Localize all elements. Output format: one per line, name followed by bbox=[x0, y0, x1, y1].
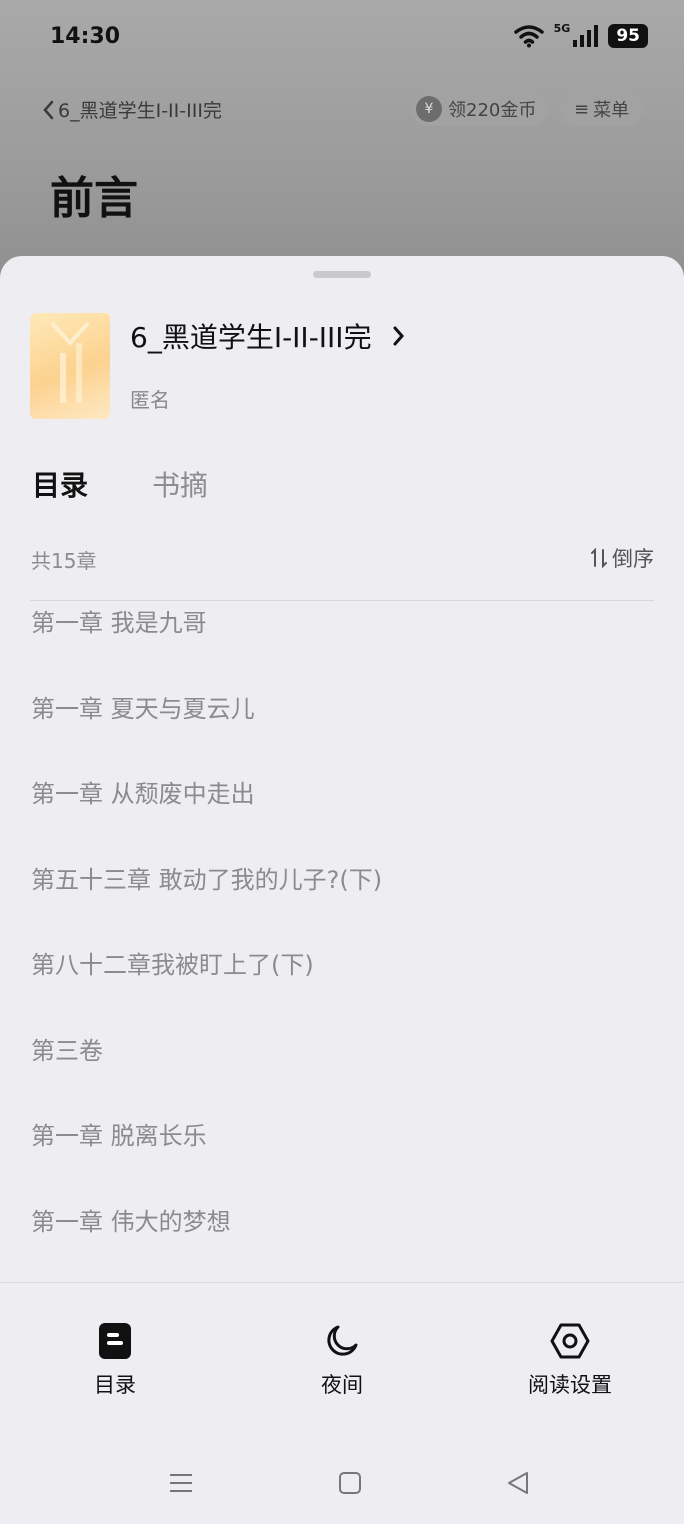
tab-toc[interactable]: 目录 bbox=[32, 464, 88, 504]
wifi-icon bbox=[513, 25, 544, 48]
toc-sheet: 6_黑道学生I-II-III完 匿名 目录 书摘 共15章 倒序 第一章 我是九… bbox=[0, 256, 684, 1524]
signal-icon bbox=[573, 25, 599, 47]
back-button[interactable]: 6_黑道学生I-II-III完 bbox=[40, 96, 222, 123]
tab-excerpts[interactable]: 书摘 bbox=[152, 464, 208, 504]
nav-night-button[interactable]: 夜间 bbox=[267, 1323, 417, 1399]
toc-icon bbox=[99, 1323, 131, 1359]
chapter-item[interactable]: 第一章 夏天与夏云儿 bbox=[0, 687, 684, 773]
network-label: 5G bbox=[553, 21, 571, 35]
chevron-left-icon bbox=[43, 100, 54, 119]
hamburger-icon: ≡ bbox=[574, 98, 590, 120]
nav-toc-button[interactable]: 目录 bbox=[40, 1323, 190, 1399]
chapter-count: 共15章 bbox=[31, 549, 97, 573]
bottom-nav: 目录 夜间 阅读设置 bbox=[0, 1282, 684, 1453]
clock: 14:30 bbox=[50, 24, 121, 49]
moon-icon bbox=[327, 1325, 358, 1356]
cover-art bbox=[50, 321, 90, 403]
menu-label: 菜单 bbox=[593, 100, 630, 121]
chapter-item[interactable]: 第一章 从颓废中走出 bbox=[0, 772, 684, 858]
nav-settings-label: 阅读设置 bbox=[528, 1373, 612, 1397]
reader-topbar: 6_黑道学生I-II-III完 ¥ 领220金币 ≡ 菜单 bbox=[0, 88, 684, 130]
home-icon[interactable] bbox=[338, 1470, 362, 1496]
chapter-item[interactable]: 第五十三章 敢动了我的儿子?(下) bbox=[0, 858, 684, 944]
chapter-item[interactable]: 第三卷 bbox=[0, 1029, 684, 1115]
status-icons: 5G 95 bbox=[513, 21, 648, 48]
sort-toggle[interactable]: 倒序 bbox=[590, 543, 654, 573]
nav-settings-button[interactable]: 阅读设置 bbox=[495, 1323, 645, 1399]
chapter-item[interactable]: 第八十二章我被盯上了(下) bbox=[0, 943, 684, 1029]
chevron-right-icon bbox=[393, 326, 404, 346]
settings-icon bbox=[550, 1323, 590, 1359]
drag-handle[interactable] bbox=[313, 271, 371, 278]
chapter-item[interactable]: 第一章 我是九哥 bbox=[0, 601, 684, 687]
back-icon[interactable] bbox=[505, 1470, 531, 1496]
nav-night-label: 夜间 bbox=[321, 1373, 363, 1397]
back-label: 6_黑道学生I-II-III完 bbox=[58, 100, 222, 122]
chapter-item[interactable]: 第一章 脱离长乐 bbox=[0, 1114, 684, 1200]
chapter-list: 第一章 我是九哥 第一章 夏天与夏云儿 第一章 从颓废中走出 第五十三章 敢动了… bbox=[0, 601, 684, 1285]
coin-label: 领220金币 bbox=[448, 100, 537, 121]
chapter-item[interactable]: 第一章 伟大的梦想 bbox=[0, 1200, 684, 1286]
book-title-link[interactable]: 6_黑道学生I-II-III完 bbox=[130, 316, 406, 356]
system-nav-bar bbox=[0, 1452, 684, 1524]
coin-icon: ¥ bbox=[416, 96, 442, 122]
book-cover[interactable] bbox=[30, 313, 110, 419]
menu-icon[interactable] bbox=[168, 1470, 194, 1496]
battery-indicator: 95 bbox=[608, 24, 648, 48]
sort-icon bbox=[591, 547, 607, 569]
book-title: 6_黑道学生I-II-III完 bbox=[130, 321, 372, 354]
sort-label: 倒序 bbox=[612, 547, 654, 571]
page-title: 前言 bbox=[50, 173, 138, 224]
status-bar: 14:30 5G 95 bbox=[0, 0, 684, 78]
book-author: 匿名 bbox=[130, 388, 170, 412]
coin-reward-button[interactable]: ¥ 领220金币 bbox=[412, 92, 549, 126]
nav-toc-label: 目录 bbox=[94, 1373, 136, 1397]
menu-button[interactable]: ≡ 菜单 bbox=[560, 92, 644, 126]
